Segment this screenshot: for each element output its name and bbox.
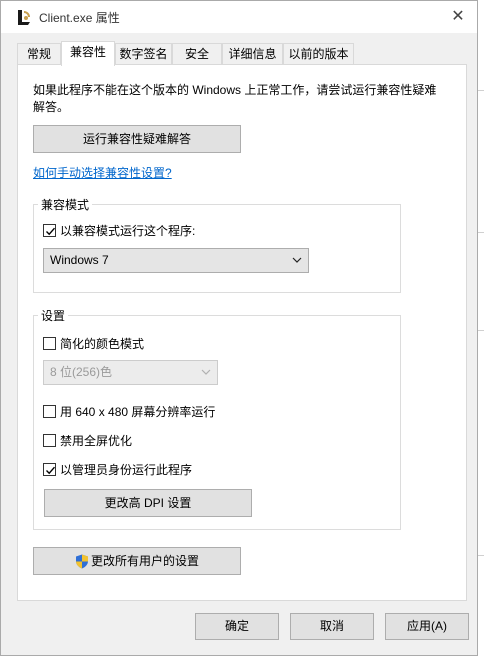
- compat-mode-group-label: 兼容模式: [38, 196, 93, 213]
- ok-button[interactable]: 确定: [195, 613, 279, 640]
- tab-details[interactable]: 详细信息: [222, 43, 283, 65]
- low-resolution-row[interactable]: 用 640 x 480 屏幕分辨率运行: [43, 403, 215, 420]
- tab-previous-versions[interactable]: 以前的版本: [283, 43, 354, 65]
- reduced-color-row[interactable]: 简化的颜色模式: [43, 335, 144, 352]
- tab-digital-signatures[interactable]: 数字签名: [115, 43, 172, 65]
- checkmark-icon: [46, 466, 56, 475]
- close-button[interactable]: ✕: [445, 4, 471, 30]
- low-resolution-label: 用 640 x 480 屏幕分辨率运行: [60, 405, 216, 419]
- compat-mode-checkbox-label: 以兼容模式运行这个程序:: [60, 224, 196, 238]
- manual-settings-link[interactable]: 如何手动选择兼容性设置?: [33, 164, 172, 181]
- uac-shield-icon: [75, 554, 88, 569]
- tab-general[interactable]: 常规: [17, 43, 61, 65]
- reduced-color-label: 简化的颜色模式: [60, 337, 145, 351]
- chevron-down-icon: [292, 257, 302, 263]
- chevron-down-icon: [201, 369, 211, 375]
- properties-dialog: Client.exe 属性 ✕ 常规 兼容性 数字签名 安全 详细信息 以前的版…: [0, 0, 478, 656]
- color-depth-select: 8 位(256)色: [43, 360, 218, 385]
- fullscreen-optimization-label: 禁用全屏优化: [60, 434, 133, 448]
- run-as-admin-label: 以管理员身份运行此程序: [60, 463, 193, 477]
- change-all-users-label: 更改所有用户的设置: [90, 554, 199, 568]
- low-resolution-checkbox[interactable]: [43, 405, 56, 418]
- fullscreen-optimization-row[interactable]: 禁用全屏优化: [43, 432, 132, 449]
- compat-mode-checkbox-row[interactable]: 以兼容模式运行这个程序:: [43, 222, 195, 239]
- reduced-color-checkbox[interactable]: [43, 337, 56, 350]
- run-as-admin-checkbox[interactable]: [43, 463, 56, 476]
- color-depth-value: 8 位(256)色: [50, 365, 113, 379]
- change-dpi-settings-button[interactable]: 更改高 DPI 设置: [44, 489, 252, 517]
- checkmark-icon: [46, 227, 56, 236]
- fullscreen-optimization-checkbox[interactable]: [43, 434, 56, 447]
- os-version-select[interactable]: Windows 7: [43, 248, 309, 273]
- run-troubleshooter-button[interactable]: 运行兼容性疑难解答: [33, 125, 241, 153]
- background-window-edge: [478, 0, 484, 658]
- os-version-value: Windows 7: [50, 253, 109, 267]
- compatibility-panel: 如果此程序不能在这个版本的 Windows 上正常工作，请尝试运行兼容性疑难解答…: [17, 64, 467, 601]
- cancel-button[interactable]: 取消: [290, 613, 374, 640]
- league-client-icon: [15, 8, 33, 26]
- window-title: Client.exe 属性: [39, 11, 120, 25]
- apply-button[interactable]: 应用(A): [385, 613, 469, 640]
- run-as-admin-row[interactable]: 以管理员身份运行此程序: [43, 461, 192, 478]
- tab-security[interactable]: 安全: [172, 43, 222, 65]
- close-icon: ✕: [451, 8, 465, 25]
- change-all-users-button[interactable]: 更改所有用户的设置: [33, 547, 241, 575]
- title-bar: Client.exe 属性 ✕: [1, 1, 477, 33]
- tab-compatibility[interactable]: 兼容性: [61, 41, 115, 66]
- compat-mode-checkbox[interactable]: [43, 224, 56, 237]
- settings-group-label: 设置: [38, 307, 69, 324]
- compatibility-description: 如果此程序不能在这个版本的 Windows 上正常工作，请尝试运行兼容性疑难解答…: [33, 83, 437, 114]
